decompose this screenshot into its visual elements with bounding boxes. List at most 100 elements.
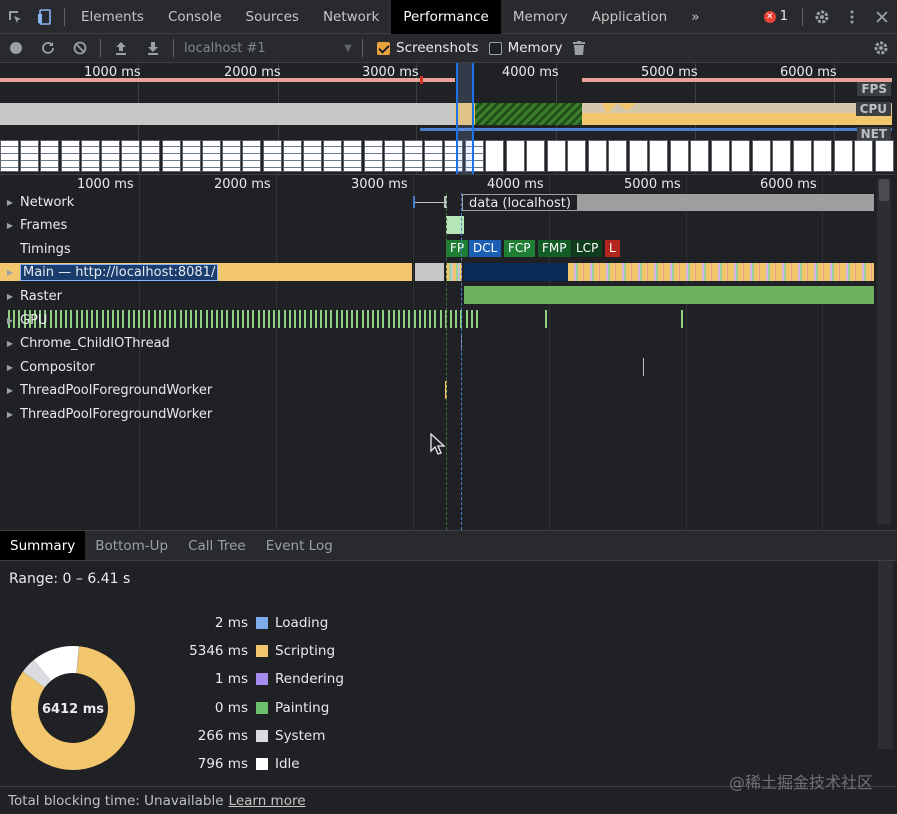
tab-elements[interactable]: Elements [69, 0, 156, 34]
gpu-task[interactable] [351, 310, 353, 328]
screenshot-thumbnail[interactable] [751, 140, 771, 172]
screenshot-thumbnail[interactable] [181, 140, 201, 172]
screenshot-thumbnail[interactable] [649, 140, 668, 172]
memory-checkbox[interactable]: Memory [488, 40, 563, 56]
track-compositor[interactable]: ▶ Compositor [0, 356, 95, 378]
timeline-overview[interactable]: 1000 ms 2000 ms 3000 ms 4000 ms 5000 ms 6000 … [0, 63, 897, 175]
flame-chart-scrollbar[interactable] [877, 179, 891, 524]
gpu-task[interactable] [455, 310, 457, 328]
screenshot-thumbnail[interactable] [404, 140, 423, 172]
gpu-task[interactable] [91, 310, 93, 328]
screenshots-checkbox-box[interactable] [377, 41, 390, 55]
gpu-task[interactable] [216, 310, 218, 328]
gpu-task[interactable] [102, 310, 104, 328]
gpu-task[interactable] [346, 310, 348, 328]
gpu-task[interactable] [382, 310, 384, 328]
gpu-task[interactable] [221, 310, 223, 328]
more-options-icon[interactable] [837, 0, 867, 34]
track-main-http-localhost-8081[interactable]: ▶ Main — http://localhost:8081/ [0, 262, 219, 284]
download-profile-icon[interactable] [137, 34, 169, 63]
screenshot-thumbnail[interactable] [242, 140, 262, 172]
gpu-task[interactable] [681, 310, 683, 328]
record-button[interactable] [0, 34, 32, 63]
expand-arrow-icon[interactable]: ▶ [0, 386, 20, 395]
screenshot-thumbnail[interactable] [40, 140, 60, 172]
inspect-element-icon[interactable] [0, 0, 30, 34]
screenshot-thumbnail[interactable] [669, 140, 689, 172]
gpu-task[interactable] [278, 310, 280, 328]
gpu-task[interactable] [185, 310, 187, 328]
gpu-task[interactable] [471, 310, 473, 328]
gpu-task[interactable] [247, 310, 249, 328]
timing-marker-fcp[interactable]: FCP [504, 240, 535, 257]
gpu-task[interactable] [403, 310, 405, 328]
screenshot-thumbnail[interactable] [202, 140, 221, 172]
timing-marker-fp[interactable]: FP [446, 240, 469, 257]
screenshot-thumbnail[interactable] [363, 140, 383, 172]
screenshot-thumbnail[interactable] [505, 140, 525, 172]
gpu-task[interactable] [372, 310, 374, 328]
screenshot-thumbnail[interactable] [0, 140, 19, 172]
gpu-task[interactable] [408, 310, 410, 328]
expand-arrow-icon[interactable]: ▶ [0, 339, 20, 348]
gpu-task[interactable] [263, 310, 265, 328]
screenshot-thumbnail[interactable] [731, 140, 750, 172]
flame-chart-scrollbar-thumb[interactable] [879, 179, 889, 201]
gpu-task[interactable] [258, 310, 260, 328]
gpu-task[interactable] [341, 310, 343, 328]
gpu-task[interactable] [232, 310, 234, 328]
tab-memory[interactable]: Memory [501, 0, 580, 34]
gpu-task[interactable] [86, 310, 88, 328]
main-thread-mixed[interactable] [446, 263, 462, 281]
screenshot-thumbnail[interactable] [587, 140, 607, 172]
gpu-task[interactable] [159, 310, 161, 328]
gpu-task[interactable] [268, 310, 270, 328]
screenshot-thumbnail[interactable] [141, 140, 161, 172]
summary-scrollbar[interactable] [878, 561, 893, 749]
track-threadpoolforegroundworker[interactable]: ▶ ThreadPoolForegroundWorker [0, 380, 212, 402]
gpu-task[interactable] [315, 310, 317, 328]
gpu-task[interactable] [356, 310, 358, 328]
gpu-task[interactable] [55, 310, 57, 328]
gpu-task[interactable] [336, 310, 338, 328]
gpu-task[interactable] [211, 310, 213, 328]
gpu-task[interactable] [320, 310, 322, 328]
gpu-task[interactable] [169, 310, 171, 328]
screenshot-thumbnail[interactable] [80, 140, 100, 172]
gpu-task[interactable] [195, 310, 197, 328]
track-chrome-childiothread[interactable]: ▶ Chrome_ChildIOThread [0, 333, 170, 355]
more-tabs-button[interactable]: » [679, 0, 711, 34]
tab-console[interactable]: Console [156, 0, 234, 34]
capture-settings-gear-icon[interactable] [865, 34, 897, 63]
screenshot-thumbnail[interactable] [813, 140, 832, 172]
screenshot-thumbnail[interactable] [772, 140, 791, 172]
gpu-task[interactable] [377, 310, 379, 328]
gpu-task[interactable] [440, 310, 442, 328]
timing-marker-dcl[interactable]: DCL [469, 240, 502, 257]
screenshot-thumbnail[interactable] [485, 140, 504, 172]
expand-arrow-icon[interactable]: ▶ [0, 221, 20, 230]
gpu-task[interactable] [434, 310, 436, 328]
expand-arrow-icon[interactable]: ▶ [0, 268, 20, 277]
main-thread-tasks[interactable] [568, 263, 874, 281]
timing-marker-fmp[interactable]: FMP [538, 240, 571, 257]
expand-arrow-icon[interactable]: ▶ [0, 316, 20, 325]
gpu-task[interactable] [284, 310, 286, 328]
gpu-task[interactable] [138, 310, 140, 328]
gpu-task[interactable] [466, 310, 468, 328]
gpu-task[interactable] [76, 310, 78, 328]
gpu-task[interactable] [122, 310, 124, 328]
upload-profile-icon[interactable] [105, 34, 137, 63]
screenshot-thumbnail[interactable] [424, 140, 444, 172]
details-tab-event-log[interactable]: Event Log [256, 531, 343, 560]
gpu-task[interactable] [107, 310, 109, 328]
track-threadpoolforegroundworker[interactable]: ▶ ThreadPoolForegroundWorker [0, 403, 212, 425]
screenshot-thumbnail[interactable] [833, 140, 853, 172]
screenshots-checkbox[interactable]: Screenshots [377, 40, 479, 56]
main-thread-scripting[interactable] [208, 263, 412, 281]
main-thread-system[interactable] [415, 263, 444, 281]
screenshot-thumbnail[interactable] [690, 140, 709, 172]
expand-arrow-icon[interactable]: ▶ [0, 198, 20, 207]
gpu-task[interactable] [180, 310, 182, 328]
gpu-task[interactable] [398, 310, 400, 328]
